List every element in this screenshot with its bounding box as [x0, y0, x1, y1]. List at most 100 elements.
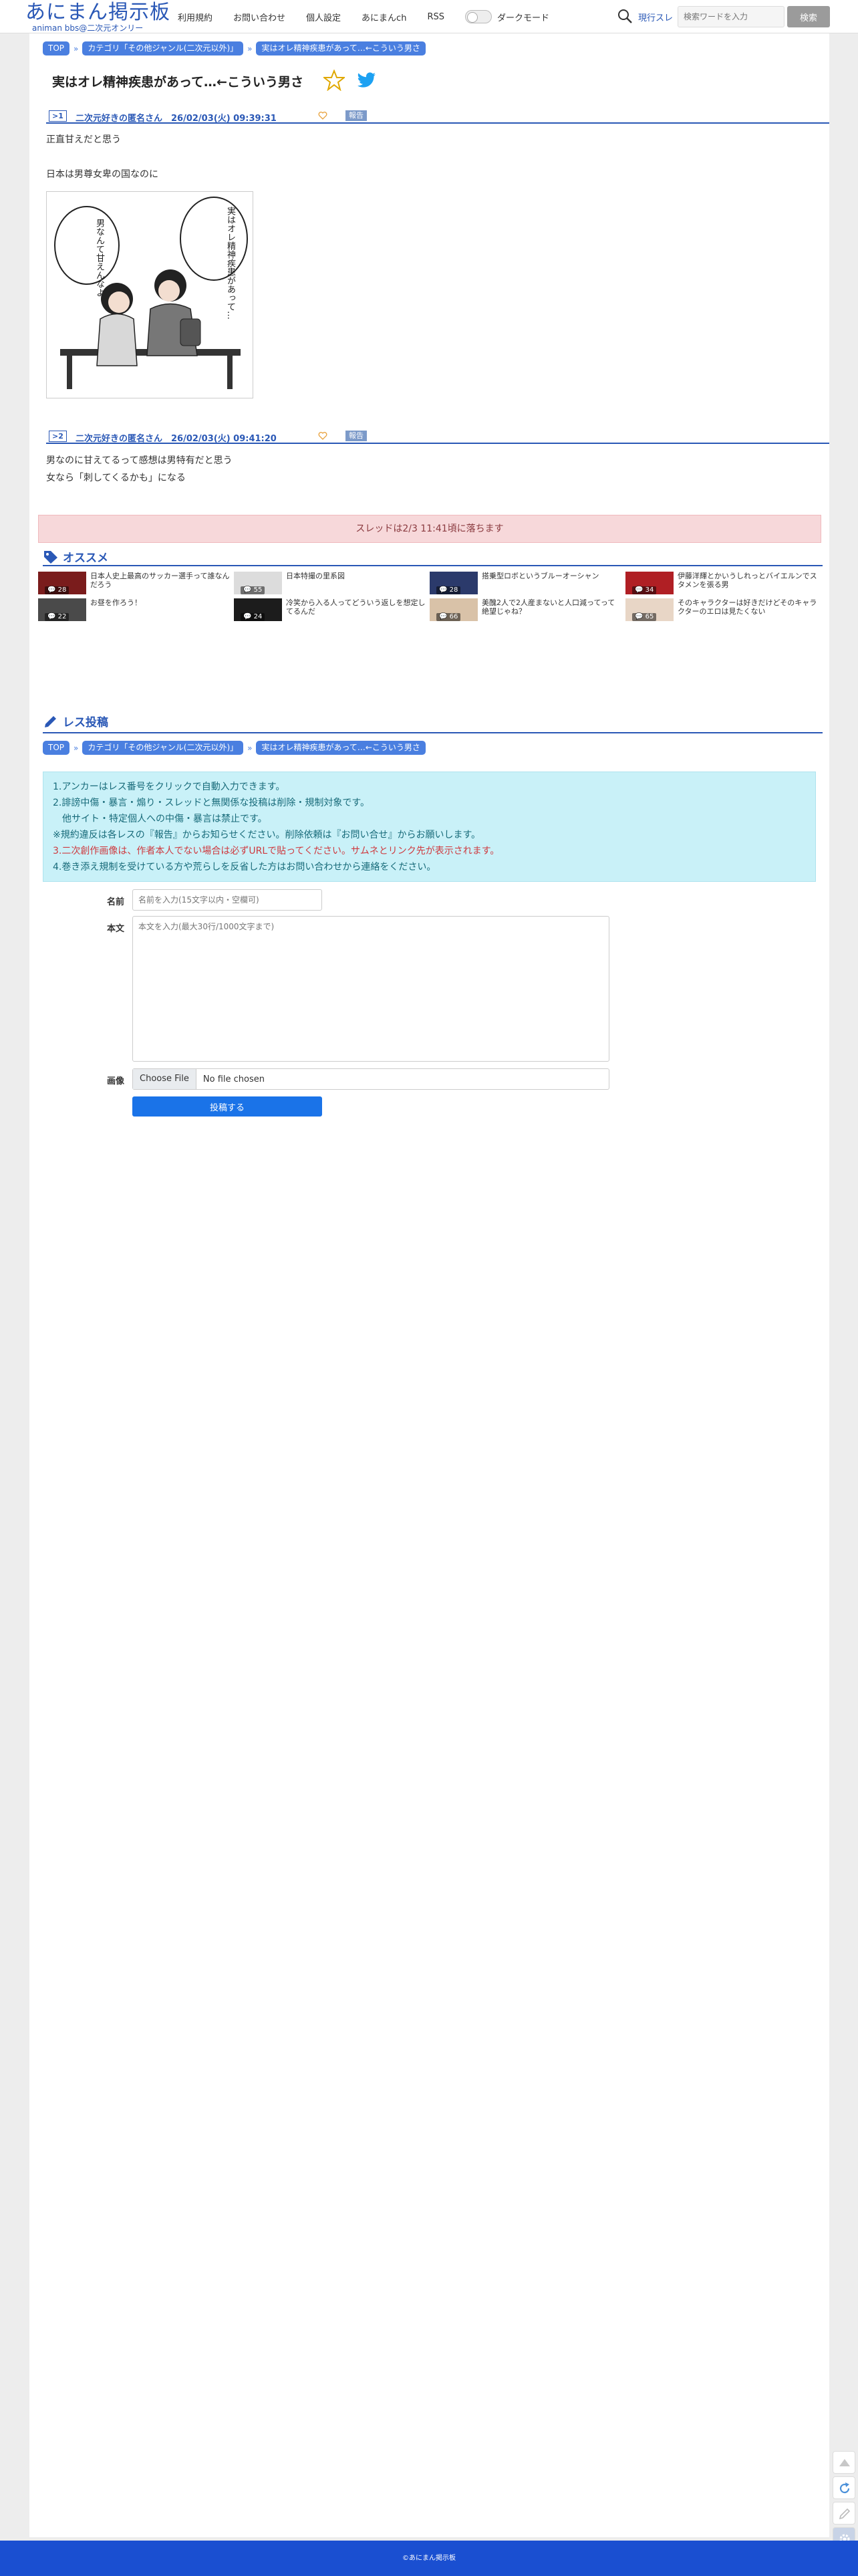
- recommend-item[interactable]: 💬 22 お昼を作ろう！: [38, 598, 232, 621]
- reply-count: 💬 34: [632, 586, 657, 594]
- page-title: 実はオレ精神疾患があって…←こういう男さ: [52, 75, 303, 90]
- recommend-item-title: 日本特撮の里系図: [286, 572, 345, 580]
- main-nav: 利用規約 お問い合わせ 個人設定 あにまんch RSS ダークモード: [178, 0, 549, 33]
- recommend-thumbnail: 💬 24: [234, 598, 282, 621]
- report-button[interactable]: 報告: [345, 431, 367, 441]
- rule-line: 他サイト・特定個人への中傷・暴言は禁止です。: [53, 814, 267, 824]
- logo-text: あにまん掲示板: [25, 1, 170, 24]
- post-image[interactable]: 男なんて甘えんなよ！ 実はオレ精神疾患があって…: [46, 191, 253, 398]
- nav-contact-link[interactable]: お問い合わせ: [233, 11, 285, 23]
- rule-line: 2.誹謗中傷・暴言・煽り・スレッドと無関係な投稿は削除・規制対象です。: [53, 798, 370, 808]
- post-body: 男なのに甘えてるって感想は男特有だと思う 女なら「刺してくるかも」になる: [46, 452, 233, 487]
- twitter-share-icon[interactable]: [357, 71, 377, 90]
- reply-count: 💬 28: [436, 586, 461, 594]
- recommend-item[interactable]: 💬 66 美醜2人で2人産まないと人口減ってって絶望じゃね？: [430, 598, 623, 621]
- favorite-star-icon[interactable]: [323, 70, 345, 91]
- recommend-item[interactable]: 💬 34 伊藤洋輝とかいうしれっとバイエルンでスタメンを張る男: [625, 572, 819, 594]
- reply-count: 💬 66: [436, 613, 461, 621]
- pencil-icon: [839, 2508, 851, 2520]
- recommend-title: オススメ: [63, 552, 108, 565]
- nav-rss-link[interactable]: RSS: [427, 12, 444, 22]
- recommend-thumbnail: 💬 34: [625, 572, 674, 594]
- breadcrumb-top[interactable]: TOP: [43, 41, 70, 55]
- recommend-thumbnail: 💬 66: [430, 598, 478, 621]
- recommend-item-title: 美醜2人で2人産まないと人口減ってって絶望じゃね？: [482, 598, 615, 616]
- reload-button[interactable]: [833, 2476, 855, 2499]
- post-line: 女なら「刺してくるかも」になる: [46, 473, 186, 483]
- recommend-item-title: そのキャラクターは好きだけどそのキャラクターのエロは見たくない: [678, 598, 817, 616]
- recommend-thumbnail: 💬 65: [625, 598, 674, 621]
- search-input[interactable]: [678, 6, 784, 27]
- recommend-item[interactable]: 💬 55 日本特撮の里系図: [234, 572, 428, 594]
- rule-line: 3.二次創作画像は、作者本人でない場合は必ずURLで貼ってください。サムネとリン…: [53, 846, 500, 856]
- rule-line: 4.巻き添え規制を受けている方や荒らしを反省した方はお問い合わせから連絡をくださ…: [53, 862, 436, 872]
- reply-title: レス投稿: [63, 716, 108, 729]
- post-header: >1 二次元好きの匿名さん 26/02/03(火) 09:39:31 報告: [46, 110, 829, 124]
- site-logo[interactable]: あにまん掲示板 animan bbs@二次元オンリー: [25, 1, 170, 33]
- post-meta: 二次元好きの匿名さん 26/02/03(火) 09:41:20: [76, 434, 277, 444]
- breadcrumb-thread[interactable]: 実はオレ精神疾患があって…←こういう男さ: [256, 741, 426, 755]
- reply-count: 💬 28: [45, 586, 69, 594]
- scroll-top-button[interactable]: [833, 2451, 855, 2474]
- post-number[interactable]: >2: [49, 431, 67, 442]
- report-button[interactable]: 報告: [345, 110, 367, 121]
- recommend-thumbnail: 💬 28: [430, 572, 478, 594]
- breadcrumb-separator: »: [74, 743, 79, 753]
- speech-bubble-left: 男なんて甘えんなよ！: [94, 219, 104, 306]
- recommend-item[interactable]: 💬 28 日本人史上最高のサッカー選手って誰なんだろう: [38, 572, 232, 594]
- speech-bubble-right: 実はオレ精神疾患があって…: [225, 207, 235, 320]
- post-number[interactable]: >1: [49, 110, 67, 122]
- heart-icon[interactable]: [318, 431, 327, 441]
- body-textarea[interactable]: [132, 916, 609, 1062]
- dark-mode-toggle[interactable]: [464, 10, 492, 23]
- nav-terms-link[interactable]: 利用規約: [178, 11, 212, 23]
- reload-icon: [839, 2482, 850, 2494]
- recommend-item-title: 伊藤洋輝とかいうしれっとバイエルンでスタメンを張る男: [678, 572, 817, 589]
- logo-subtitle: animan bbs@二次元オンリー: [32, 23, 144, 33]
- post-line: 男なのに甘えてるって感想は男特有だと思う: [46, 455, 233, 466]
- reply-heading: レス投稿: [43, 713, 108, 729]
- post-line: 正直甘えだと思う: [46, 134, 121, 145]
- write-button[interactable]: [833, 2502, 855, 2525]
- recommend-item-title: 搭乗型ロボというブルーオーシャン: [482, 572, 599, 580]
- nav-settings-link[interactable]: 個人設定: [306, 11, 341, 23]
- recommend-heading: オススメ: [43, 548, 108, 565]
- site-footer: ©あにまん掲示板: [0, 2541, 858, 2576]
- post-meta: 二次元好きの匿名さん 26/02/03(火) 09:39:31: [76, 114, 277, 124]
- recommend-item[interactable]: 💬 24 冷笑から入る人ってどういう返しを想定してるんだ: [234, 598, 428, 621]
- tags-icon: [44, 550, 57, 564]
- recommend-item[interactable]: 💬 65 そのキャラクターは好きだけどそのキャラクターのエロは見たくない: [625, 598, 819, 621]
- reply-divider: [43, 732, 823, 733]
- post-header: >2 二次元好きの匿名さん 26/02/03(火) 09:41:20 報告: [46, 431, 829, 444]
- recommend-item-title: 日本人史上最高のサッカー選手って誰なんだろう: [90, 572, 230, 589]
- arrow-up-icon: [839, 2459, 850, 2466]
- search-button[interactable]: 検索: [787, 6, 830, 27]
- file-status: No file chosen: [202, 1074, 265, 1084]
- breadcrumb-thread[interactable]: 実はオレ精神疾患があって…←こういう男さ: [256, 41, 426, 55]
- breadcrumb-separator: »: [247, 43, 253, 53]
- recommend-divider: [43, 565, 823, 566]
- choose-file-button[interactable]: Choose File: [133, 1069, 196, 1089]
- reply-count: 💬 65: [632, 613, 657, 621]
- reply-count: 💬 55: [241, 586, 265, 594]
- site-header: あにまん掲示板 animan bbs@二次元オンリー 利用規約 お問い合わせ 個…: [0, 0, 858, 33]
- rule-line: 1.アンカーはレス番号をクリックで自動入力できます。: [53, 782, 285, 792]
- name-input[interactable]: [132, 889, 322, 911]
- image-file-input[interactable]: Choose File No file chosen: [132, 1068, 609, 1090]
- nav-animanch-link[interactable]: あにまんch: [362, 11, 406, 23]
- recommend-item-title: 冷笑から入る人ってどういう返しを想定してるんだ: [286, 598, 426, 616]
- breadcrumb: TOP » カテゴリ「その他ジャンル(二次元以外)」 » 実はオレ精神疾患があっ…: [43, 41, 426, 55]
- posting-rules: 1.アンカーはレス番号をクリックで自動入力できます。 2.誹謗中傷・暴言・煽り・…: [43, 772, 816, 882]
- search-mode-selector[interactable]: 現行スレ: [638, 11, 673, 23]
- recommend-thumbnail: 💬 28: [38, 572, 86, 594]
- name-label: 名前: [106, 897, 124, 907]
- post-line: [46, 148, 158, 166]
- breadcrumb-category[interactable]: カテゴリ「その他ジャンル(二次元以外)」: [82, 741, 244, 755]
- breadcrumb: TOP » カテゴリ「その他ジャンル(二次元以外)」 » 実はオレ精神疾患があっ…: [43, 741, 426, 755]
- recommend-thumbnail: 💬 55: [234, 572, 282, 594]
- recommend-item[interactable]: 💬 28 搭乗型ロボというブルーオーシャン: [430, 572, 623, 594]
- heart-icon[interactable]: [318, 111, 327, 120]
- breadcrumb-top[interactable]: TOP: [43, 741, 70, 755]
- breadcrumb-category[interactable]: カテゴリ「その他ジャンル(二次元以外)」: [82, 41, 244, 55]
- submit-button[interactable]: 投稿する: [132, 1096, 322, 1117]
